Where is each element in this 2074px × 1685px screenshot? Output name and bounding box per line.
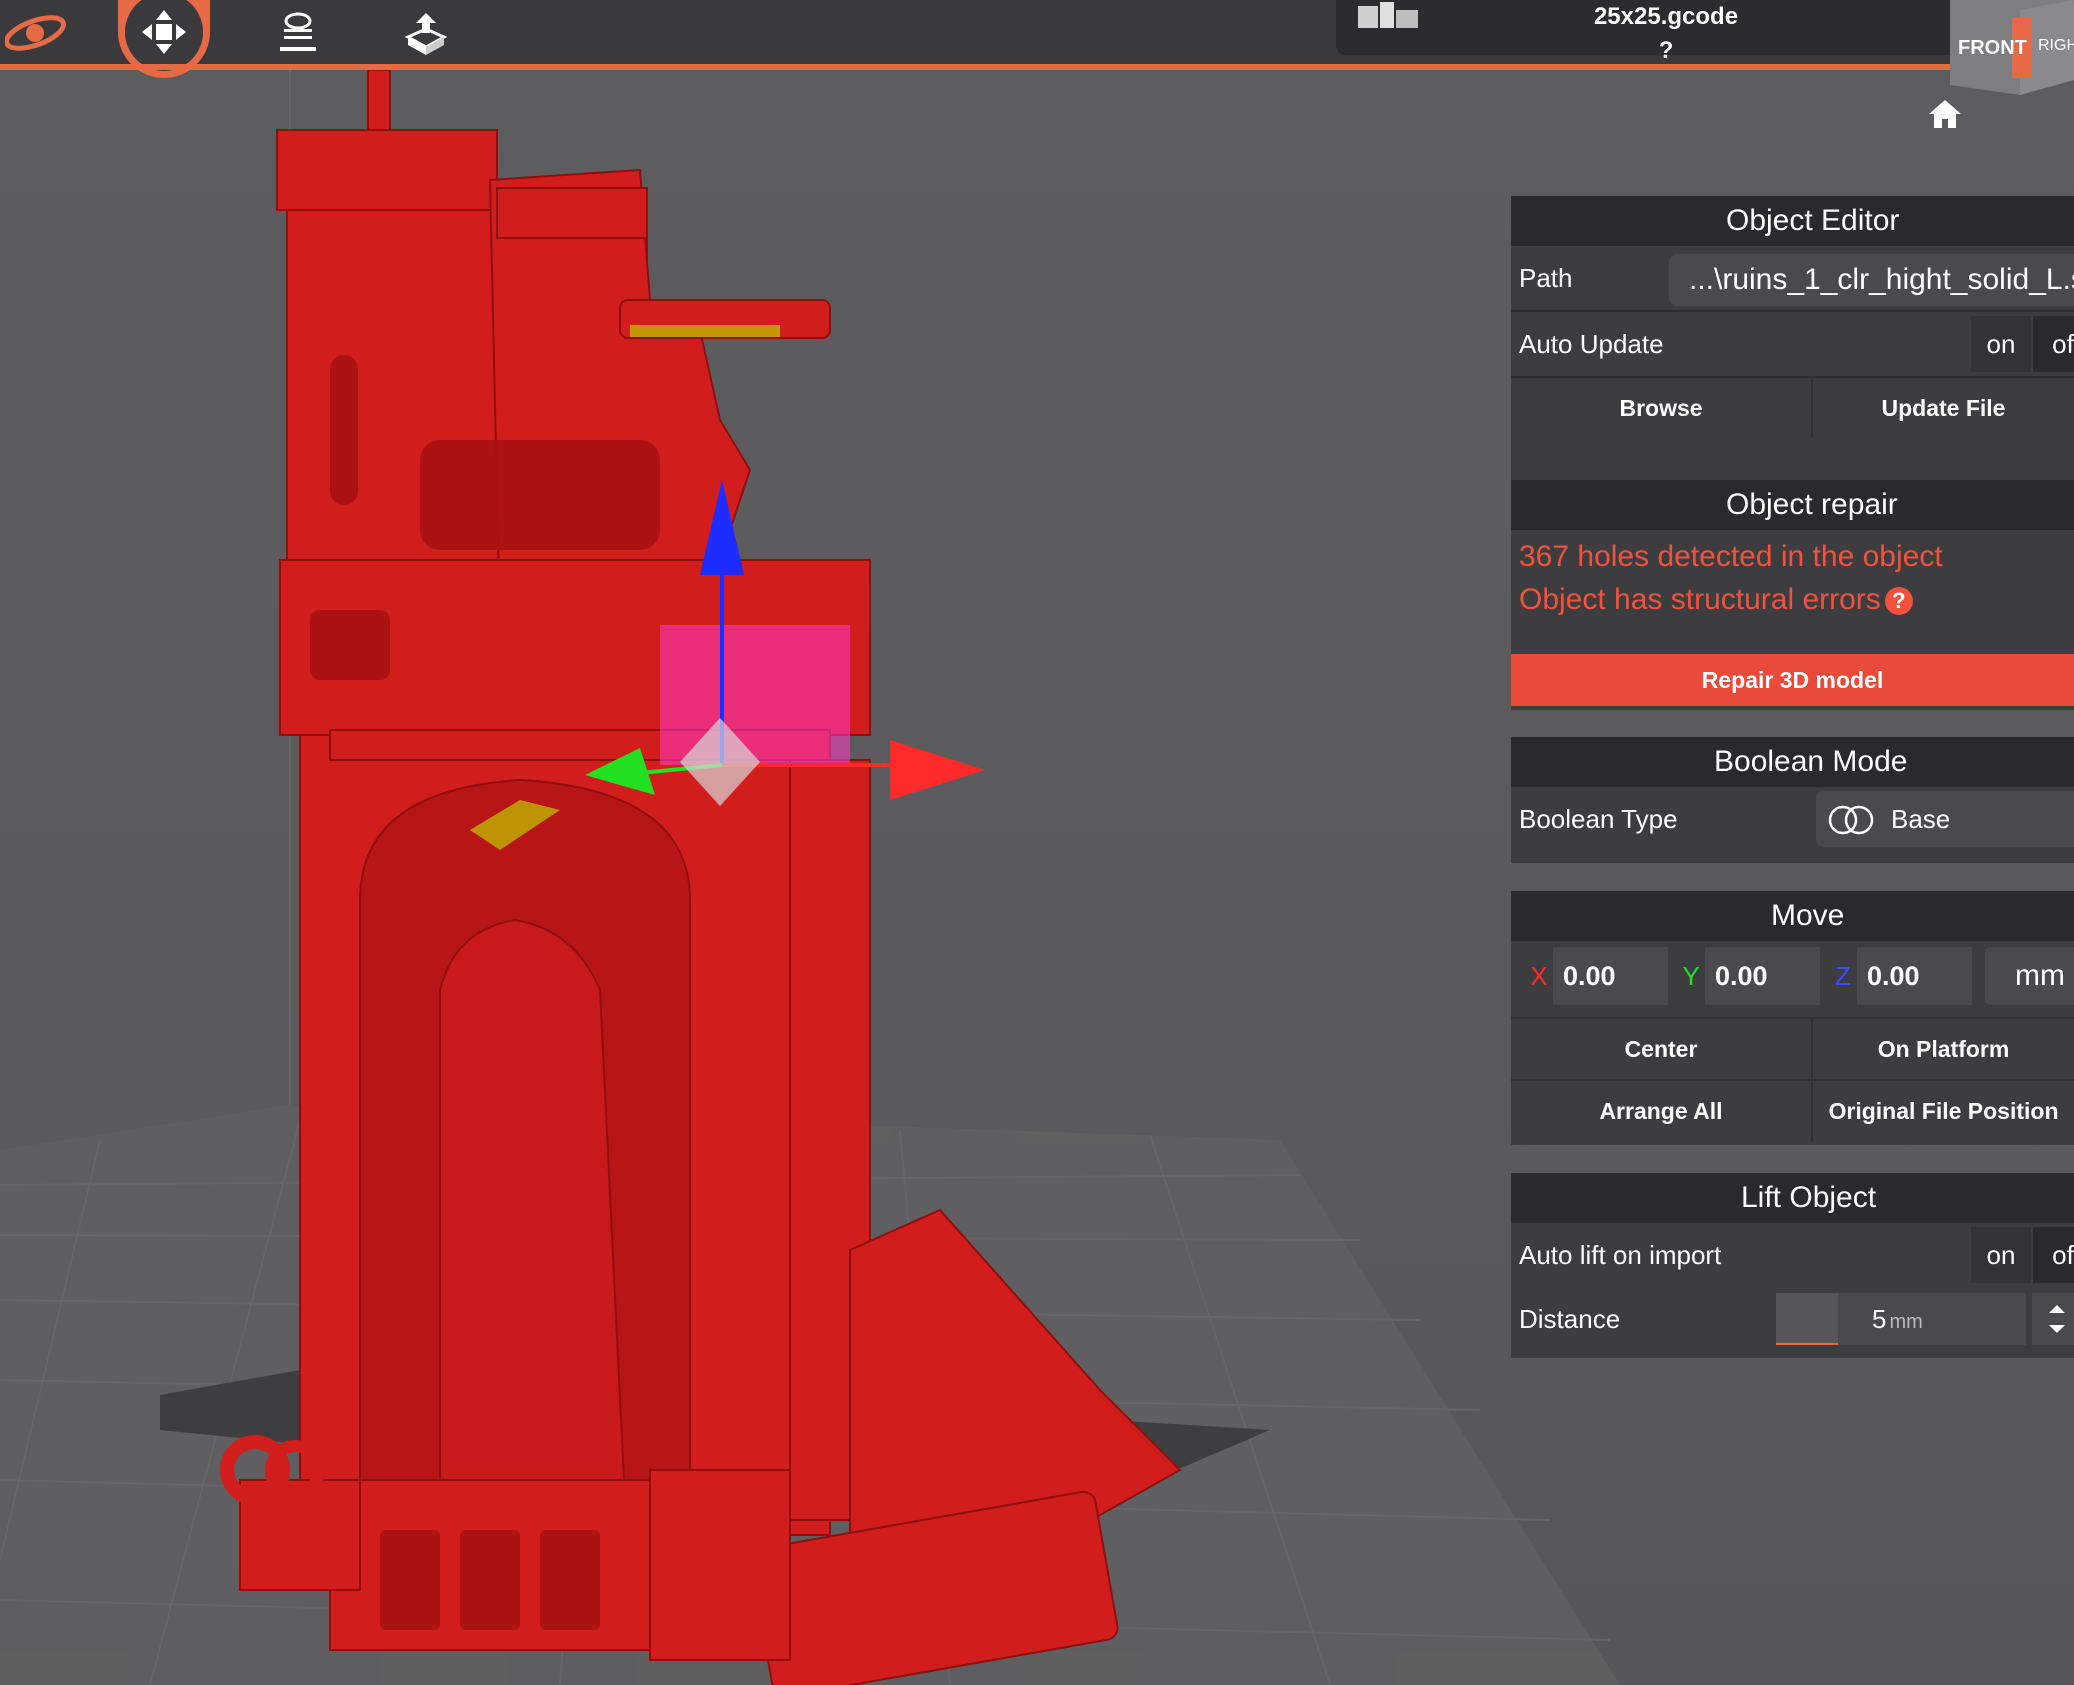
arrange-all-button[interactable]: Arrange All bbox=[1511, 1081, 1811, 1141]
browse-button[interactable]: Browse bbox=[1511, 378, 1811, 438]
boolean-mode-title: Boolean Mode bbox=[1511, 737, 2074, 787]
update-file-button[interactable]: Update File bbox=[1811, 378, 2074, 438]
path-field[interactable]: ...\ruins_1_clr_hight_solid_L.s bbox=[1669, 254, 2074, 306]
structural-warning-row: Object has structural errors? bbox=[1519, 583, 1913, 617]
distance-value-wrap: 5 mm bbox=[1872, 1293, 1923, 1348]
auto-lift-off[interactable]: of bbox=[2033, 1227, 2074, 1283]
boolean-mode-panel: Boolean Mode Boolean Type Base bbox=[1511, 737, 2074, 863]
export-button[interactable] bbox=[396, 0, 456, 66]
distance-value[interactable]: 5 bbox=[1872, 1304, 1886, 1334]
lift-object-panel: Lift Object Auto lift on import on of Di… bbox=[1511, 1173, 2074, 1358]
export-icon bbox=[404, 13, 448, 55]
original-file-position-button[interactable]: Original File Position bbox=[1811, 1081, 2074, 1141]
path-label: Path bbox=[1519, 263, 1573, 293]
object-repair-title: Object repair bbox=[1511, 480, 2074, 530]
y-axis-label: Y bbox=[1682, 961, 1700, 991]
distance-unit: mm bbox=[1889, 1311, 1923, 1333]
view-cube[interactable]: FRONT RIGHT bbox=[1950, 0, 2074, 95]
x-axis-label: X bbox=[1530, 961, 1548, 991]
distance-label: Distance bbox=[1519, 1304, 1621, 1334]
object-editor-title: Object Editor bbox=[1511, 196, 2074, 246]
ruins-3d-model bbox=[220, 70, 1182, 1685]
on-platform-button[interactable]: On Platform bbox=[1811, 1019, 2074, 1079]
move-title: Move bbox=[1511, 891, 2074, 941]
center-button[interactable]: Center bbox=[1511, 1019, 1811, 1079]
distance-slider-handle[interactable] bbox=[1776, 1293, 1838, 1345]
distance-stepper[interactable] bbox=[2032, 1293, 2074, 1345]
view-cube-front-label[interactable]: FRONT bbox=[1958, 37, 2027, 59]
auto-update-on[interactable]: on bbox=[1971, 316, 2031, 372]
layers-button[interactable] bbox=[268, 0, 328, 66]
object-editor-panel: Object Editor Path ...\ruins_1_clr_hight… bbox=[1511, 196, 2074, 480]
file-name[interactable]: 25x25.gcode ? bbox=[1586, 0, 1746, 68]
file-info[interactable]: 25x25.gcode ? bbox=[1336, 0, 1976, 64]
logo-icon[interactable] bbox=[0, 0, 80, 66]
holes-warning: 367 holes detected in the object bbox=[1519, 540, 1943, 573]
home-icon bbox=[1929, 100, 1961, 128]
z-axis-label: Z bbox=[1835, 961, 1851, 991]
move-icon bbox=[142, 10, 186, 54]
view-cube-right-label[interactable]: RIGHT bbox=[2038, 37, 2074, 54]
unit-select[interactable]: mm bbox=[1985, 947, 2074, 1005]
stepper-up-icon bbox=[2049, 1305, 2065, 1313]
file-thumbnail-icon bbox=[1358, 2, 1418, 28]
toolbar-accent-line bbox=[0, 64, 2074, 70]
x-input[interactable]: 0.00 bbox=[1553, 947, 1668, 1005]
lift-object-title: Lift Object bbox=[1511, 1173, 2074, 1223]
gizmo-plane-xz bbox=[660, 625, 850, 765]
boolean-type-value: Base bbox=[1891, 804, 1951, 834]
help-icon[interactable]: ? bbox=[1884, 587, 1913, 616]
auto-update-off[interactable]: of bbox=[2033, 316, 2074, 372]
auto-lift-on[interactable]: on bbox=[1971, 1227, 2031, 1283]
move-panel: Move X 0.00 Y 0.00 Z 0.00 mm Center On P… bbox=[1511, 891, 2074, 1145]
home-view-button[interactable] bbox=[1928, 98, 1962, 135]
auto-lift-label: Auto lift on import bbox=[1519, 1240, 1722, 1270]
repair-model-button[interactable]: Repair 3D model bbox=[1511, 654, 2074, 706]
boolean-type-label: Boolean Type bbox=[1519, 804, 1678, 834]
y-input[interactable]: 0.00 bbox=[1705, 947, 1820, 1005]
gizmo-arrow-x bbox=[890, 740, 985, 800]
boolean-type-select[interactable]: Base bbox=[1816, 791, 2074, 847]
layers-icon bbox=[280, 12, 316, 51]
boolean-union-icon bbox=[1828, 805, 1874, 835]
auto-update-label: Auto Update bbox=[1519, 329, 1664, 359]
stepper-down-icon bbox=[2049, 1325, 2065, 1333]
object-repair-panel: Object repair 367 holes detected in the … bbox=[1511, 480, 2074, 710]
top-toolbar: 25x25.gcode ? bbox=[0, 0, 2074, 78]
distance-field[interactable]: 5 mm bbox=[1776, 1293, 2026, 1345]
z-input[interactable]: 0.00 bbox=[1857, 947, 1972, 1005]
structural-warning: Object has structural errors bbox=[1519, 583, 1881, 616]
